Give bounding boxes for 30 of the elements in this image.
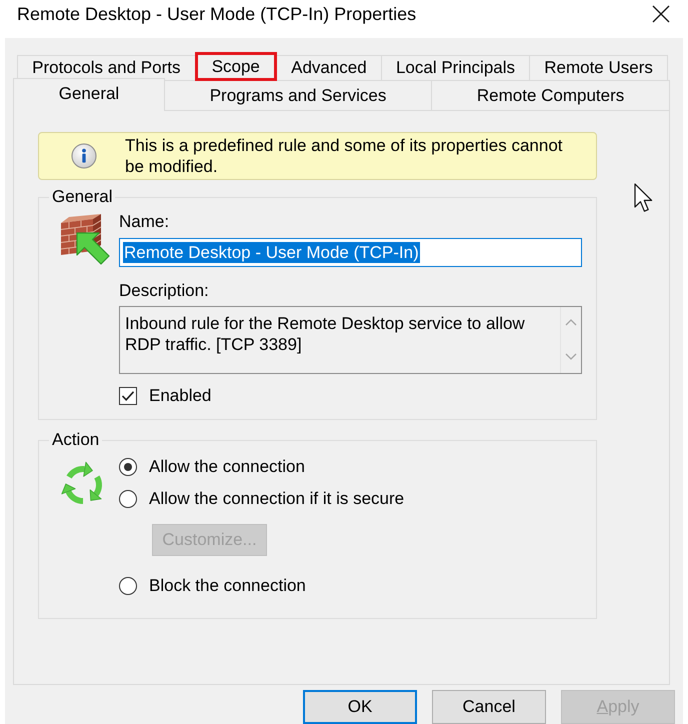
field-label: Description: xyxy=(119,281,209,301)
checkbox[interactable] xyxy=(119,387,137,405)
chevron-down-icon xyxy=(565,353,577,360)
tab[interactable]: Remote Users xyxy=(529,55,668,80)
group-title: General xyxy=(51,188,114,206)
name-field[interactable]: Remote Desktop - User Mode (TCP-In) xyxy=(119,238,582,267)
description-field[interactable]: Inbound rule for the Remote Desktop service to allow RDP traffic. [TCP 3389] xyxy=(119,306,582,374)
close-icon xyxy=(652,5,670,23)
ok-button[interactable]: OK xyxy=(303,690,417,724)
window-title: Remote Desktop - User Mode (TCP-In) Properties xyxy=(17,4,416,24)
checkmark-icon xyxy=(121,390,135,402)
radio-label[interactable]: Block the connection xyxy=(149,576,306,596)
close-button[interactable] xyxy=(652,5,670,23)
info-message: This is a predefined rule and some of its properties cannot be modified. xyxy=(125,135,564,177)
info-icon xyxy=(71,143,97,169)
radio-button[interactable] xyxy=(119,577,137,595)
tab[interactable]: Remote Computers xyxy=(431,80,670,110)
cancel-button[interactable]: Cancel xyxy=(432,690,546,724)
field-label: Name: xyxy=(119,212,170,232)
radio-label[interactable]: Allow the connection xyxy=(149,457,305,477)
mouse-pointer-icon xyxy=(634,183,653,213)
chevron-up-icon xyxy=(565,319,577,326)
radio-button[interactable] xyxy=(119,458,137,476)
radio-button[interactable] xyxy=(119,490,137,508)
tab[interactable]: Scope xyxy=(194,52,277,81)
checkbox-label[interactable]: Enabled xyxy=(149,386,212,406)
radio-label[interactable]: Allow the connection if it is secure xyxy=(149,489,404,509)
tab[interactable]: General xyxy=(13,78,165,111)
tab[interactable]: Protocols and Ports xyxy=(17,55,196,80)
group-title: Action xyxy=(51,431,100,449)
